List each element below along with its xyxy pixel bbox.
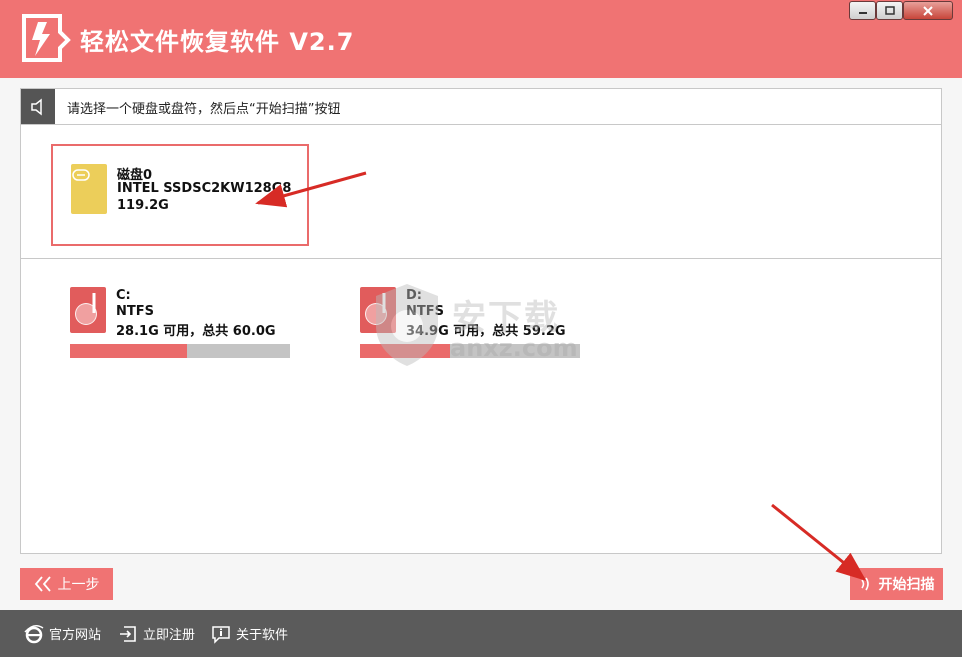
back-button-label: 上一步 (57, 577, 100, 593)
hint-icon-box (21, 89, 55, 124)
hint-bar: 请选择一个硬盘或盘符，然后点“开始扫描”按钮 (21, 89, 941, 125)
partition-filesystem: NTFS (116, 304, 154, 319)
official-website-link[interactable]: 官方网站 (24, 610, 101, 657)
minimize-button[interactable] (849, 1, 876, 20)
app-logo-icon (22, 14, 71, 62)
start-scan-label: 开始扫描 (878, 577, 935, 593)
about-software-link[interactable]: 关于软件 (211, 610, 288, 657)
app-title: 轻松文件恢复软件 V2.7 (80, 28, 355, 56)
watermark-shield-icon (376, 284, 438, 366)
maximize-icon (884, 5, 895, 15)
close-button[interactable] (903, 1, 953, 20)
disk-model: INTEL SSDSC2KW128G8 (117, 181, 292, 196)
official-website-label: 官方网站 (49, 628, 102, 643)
footer-bar: 官方网站 立即注册 关于软件 (0, 610, 962, 657)
disk-size: 119.2G (117, 198, 169, 213)
close-icon (923, 5, 933, 16)
hint-text: 请选择一个硬盘或盘符，然后点“开始扫描”按钮 (67, 102, 341, 117)
ie-browser-icon (24, 624, 44, 643)
watermark: 安下载 anxz.com (372, 282, 592, 368)
start-scan-button[interactable]: 开始扫描 (850, 568, 943, 600)
register-now-link[interactable]: 立即注册 (118, 610, 195, 657)
about-software-label: 关于软件 (236, 628, 289, 643)
back-button[interactable]: 上一步 (20, 568, 113, 600)
partition-drive-icon (70, 287, 106, 333)
partition-usage-bar (70, 344, 290, 358)
watermark-cn-text: 安下载 (452, 298, 560, 338)
scan-waves-icon (860, 577, 869, 591)
double-chevron-left-icon (34, 576, 51, 592)
minimize-icon (858, 11, 867, 14)
hard-disk-icon (71, 164, 107, 214)
partition-letter: C: (116, 288, 131, 303)
register-login-icon (120, 625, 136, 642)
speaker-icon (31, 97, 42, 116)
watermark-en-text: anxz.com (450, 334, 578, 362)
disk-card[interactable]: 磁盘0 INTEL SSDSC2KW128G8 119.2G (51, 144, 309, 246)
partition-c[interactable]: C: NTFS 28.1G 可用，总共 60.0G (70, 287, 292, 359)
maximize-button[interactable] (876, 1, 903, 20)
info-bubble-icon (212, 625, 230, 644)
partition-usage-text: 28.1G 可用，总共 60.0G (116, 324, 276, 339)
title-bar: 轻松文件恢复软件 V2.7 (0, 0, 962, 78)
partition-usage-fill (70, 344, 187, 358)
register-now-label: 立即注册 (143, 628, 196, 643)
section-divider (21, 258, 941, 259)
